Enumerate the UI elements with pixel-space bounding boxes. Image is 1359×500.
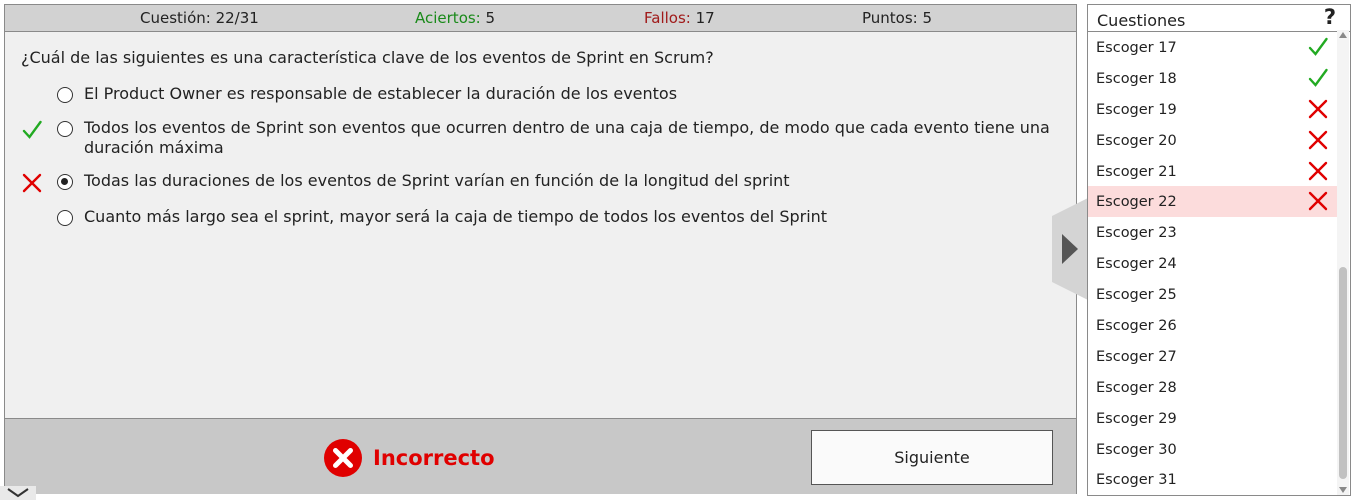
option-1-mark (21, 85, 43, 107)
check-icon-slot (1307, 67, 1329, 89)
list-item[interactable]: Escoger 17 (1088, 32, 1338, 63)
option-2-text: Todos los eventos de Sprint son eventos … (84, 118, 1050, 157)
list-item-label: Escoger 21 (1096, 163, 1177, 180)
option-1-radio[interactable] (57, 87, 73, 103)
list-item-label: Escoger 31 (1096, 472, 1177, 489)
list-item-label: Escoger 30 (1096, 441, 1177, 458)
hits-counter: Aciertos: 5 (415, 9, 495, 27)
question-list: Escoger 17 Escoger 18 Escoger 19 Escoger… (1088, 32, 1338, 495)
cross-icon (1308, 161, 1328, 180)
list-item[interactable]: Escoger 24 (1088, 248, 1338, 279)
list-item-label: Escoger 27 (1096, 348, 1177, 365)
question-counter: Cuestión: 22/31 (140, 9, 259, 27)
list-item-current[interactable]: Escoger 22 (1088, 186, 1338, 218)
scroll-up-icon[interactable] (1339, 32, 1347, 38)
question-area: ¿Cuál de las siguientes es una caracterí… (5, 32, 1076, 418)
option-4-text: Cuanto más largo sea el sprint, mayor se… (84, 207, 828, 226)
hits-value: 5 (485, 9, 496, 27)
scroll-down-icon[interactable] (1339, 487, 1347, 493)
points-label: Puntos: (862, 9, 918, 27)
error-circle-icon (324, 439, 362, 477)
list-item-label: Escoger 23 (1096, 225, 1177, 242)
cross-icon-slot (1307, 98, 1329, 120)
list-item-label: Escoger 29 (1096, 410, 1177, 427)
question-text: ¿Cuál de las siguientes es una caracterí… (21, 48, 714, 67)
list-item-label: Escoger 22 (1096, 194, 1177, 211)
misses-counter: Fallos: 17 (644, 9, 715, 27)
cross-icon-slot (1307, 190, 1329, 212)
points-value: 5 (922, 9, 933, 27)
list-item-label: Escoger 25 (1096, 287, 1177, 304)
option-1-text: El Product Owner es responsable de estab… (84, 84, 678, 103)
sidebar-scrollbar[interactable] (1337, 30, 1349, 495)
list-item-label: Escoger 24 (1096, 256, 1177, 273)
check-icon-slot (1307, 36, 1329, 58)
questions-sidebar: Cuestiones ? Escoger 17 Escoger 18 Escog… (1087, 4, 1351, 496)
list-item[interactable]: Escoger 28 (1088, 372, 1338, 403)
option-3-mark (21, 172, 43, 194)
list-item[interactable]: Escoger 25 (1088, 279, 1338, 310)
scroll-thumb[interactable] (1339, 267, 1347, 479)
list-item-label: Escoger 18 (1096, 70, 1177, 87)
option-3-text: Todas las duraciones de los eventos de S… (84, 171, 790, 190)
option-2-radio[interactable] (57, 121, 73, 137)
option-4-mark (21, 208, 43, 230)
cross-icon-slot (1307, 129, 1329, 151)
list-item-label: Escoger 19 (1096, 101, 1177, 118)
list-item[interactable]: Escoger 30 (1088, 434, 1338, 465)
list-item-label: Escoger 26 (1096, 318, 1177, 335)
list-item[interactable]: Escoger 27 (1088, 341, 1338, 372)
result-label: Incorrecto (373, 446, 495, 470)
quiz-panel: Cuestión: 22/31 Aciertos: 5 Fallos: 17 P… (4, 4, 1077, 494)
list-item-label: Escoger 17 (1096, 40, 1177, 56)
list-item[interactable]: Escoger 26 (1088, 310, 1338, 341)
next-button[interactable]: Siguiente (811, 430, 1053, 485)
bottom-bar: Incorrecto Siguiente (5, 418, 1076, 494)
list-item[interactable]: Escoger 29 (1088, 403, 1338, 434)
cross-icon-slot (1307, 160, 1329, 182)
status-bar: Cuestión: 22/31 Aciertos: 5 Fallos: 17 P… (5, 5, 1076, 32)
help-icon[interactable]: ? (1324, 5, 1336, 29)
chevron-down-icon[interactable] (0, 486, 36, 500)
option-4-radio[interactable] (57, 210, 73, 226)
points-counter: Puntos: 5 (862, 9, 932, 27)
list-item-label: Escoger 28 (1096, 379, 1177, 396)
check-icon (1308, 37, 1328, 56)
cross-icon (22, 173, 42, 193)
list-item-label: Escoger 20 (1096, 132, 1177, 149)
list-item[interactable]: Escoger 18 (1088, 63, 1338, 94)
check-icon (22, 120, 42, 139)
question-counter-value: 22/31 (215, 9, 259, 27)
misses-label: Fallos: (644, 9, 691, 27)
check-icon (1308, 68, 1328, 87)
cross-icon (1308, 130, 1328, 149)
cross-icon (1308, 192, 1328, 211)
list-item[interactable]: Escoger 21 (1088, 156, 1338, 187)
list-item[interactable]: Escoger 20 (1088, 125, 1338, 156)
hits-label: Aciertos: (415, 9, 481, 27)
play-arrow-icon[interactable] (1052, 198, 1088, 300)
question-counter-label: Cuestión: (140, 9, 211, 27)
list-item[interactable]: Escoger 31 (1088, 464, 1338, 495)
result-indicator: Incorrecto (323, 438, 495, 478)
option-2-mark (21, 119, 43, 141)
sidebar-title: Cuestiones (1097, 11, 1186, 30)
misses-value: 17 (695, 9, 715, 27)
option-3-radio[interactable] (57, 174, 73, 190)
list-item[interactable]: Escoger 23 (1088, 217, 1338, 248)
list-item[interactable]: Escoger 19 (1088, 94, 1338, 125)
cross-icon (1308, 99, 1328, 118)
sidebar-header: Cuestiones ? (1088, 5, 1350, 32)
